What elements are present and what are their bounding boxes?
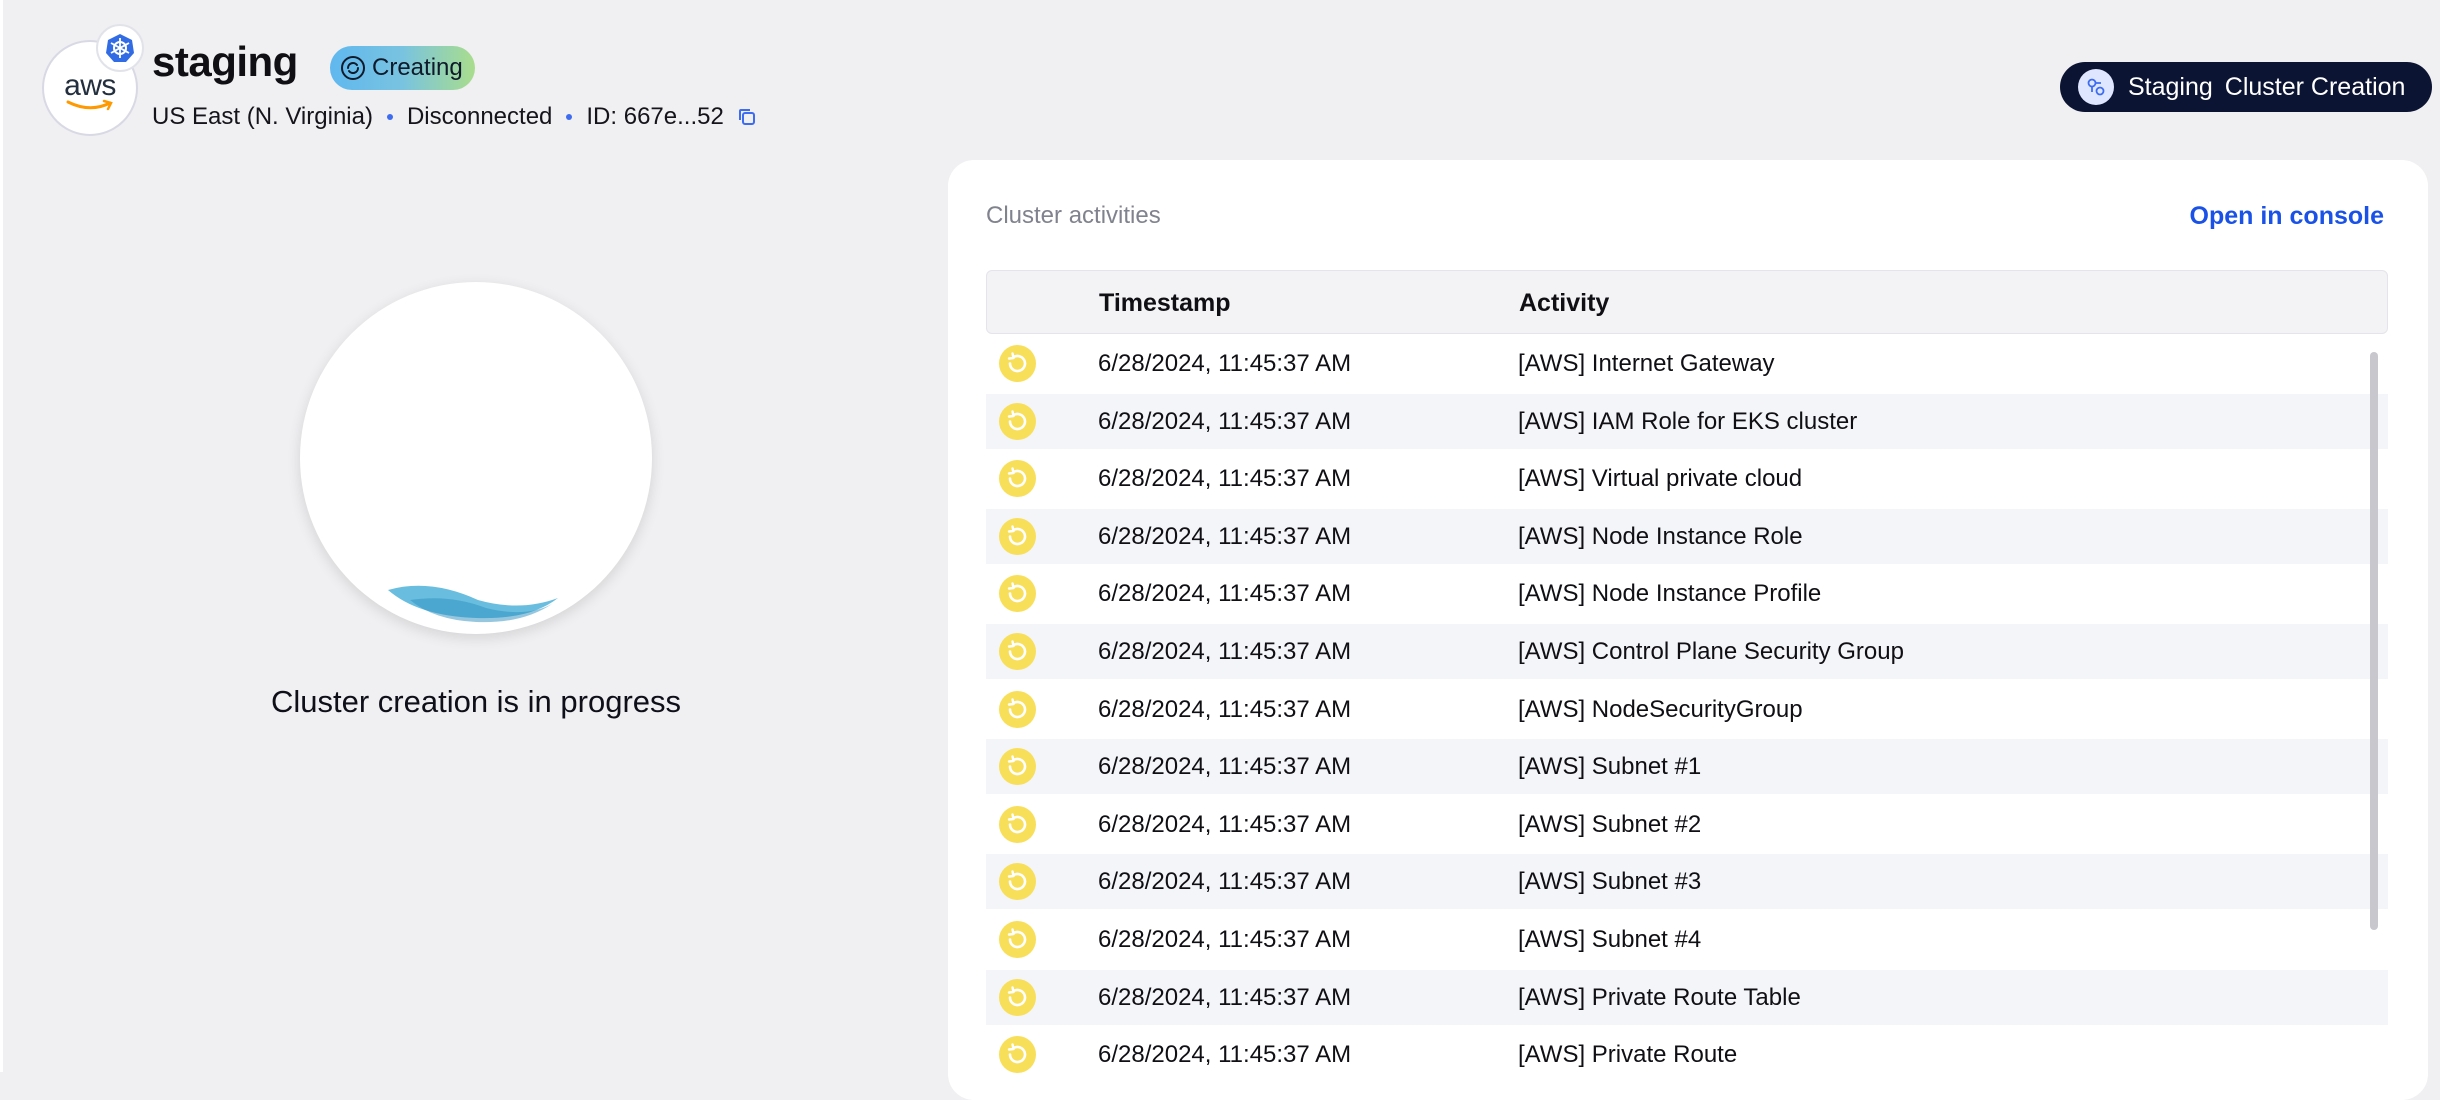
table-row[interactable]: 6/28/2024, 11:45:37 AM [AWS] IAM Role for… (986, 393, 2388, 449)
activities-table-body: 6/28/2024, 11:45:37 AM [AWS] Internet Gat… (986, 336, 2388, 1100)
status-badge: Creating (330, 46, 475, 90)
progress-wave (388, 585, 558, 623)
connection-status: Disconnected (406, 103, 553, 130)
table-row[interactable]: 6/28/2024, 11:45:37 AM [AWS] Subnet #4 (986, 912, 2388, 967)
row-activity: [AWS] Internet Gateway (1518, 350, 1775, 377)
table-row[interactable]: 6/28/2024, 11:45:37 AM [AWS] Subnet #1 (986, 739, 2388, 795)
row-timestamp: 6/28/2024, 11:45:37 AM (1098, 465, 1352, 493)
in-progress-icon (999, 402, 1036, 440)
progress-label: Cluster creation is in progress (270, 684, 682, 719)
row-activity: [AWS] Control Plane Security Group (1518, 638, 1904, 665)
row-activity: [AWS] Subnet #1 (1518, 753, 1702, 781)
row-activity: [AWS] Virtual private cloud (1518, 465, 1803, 493)
table-row[interactable]: 6/28/2024, 11:45:37 AM [AWS] Private Rout… (986, 969, 2388, 1025)
row-timestamp: 6/28/2024, 11:45:37 AM (1098, 983, 1352, 1011)
row-activity: [AWS] Subnet #3 (1518, 868, 1702, 896)
cluster-meta: US East (N. Virginia) Disconnected ID: 6… (152, 103, 758, 131)
in-progress-icon (999, 863, 1036, 901)
kubernetes-badge (96, 24, 144, 72)
status-label: Creating (372, 54, 463, 81)
in-progress-icon (999, 460, 1036, 498)
row-activity: [AWS] Private Route (1518, 1041, 1738, 1069)
table-row[interactable]: 6/28/2024, 11:45:37 AM [AWS] Node Instanc… (986, 566, 2388, 621)
environment-action: Cluster Creation (2224, 72, 2406, 101)
in-progress-icon (999, 805, 1036, 843)
separator-dot (386, 114, 393, 120)
row-timestamp: 6/28/2024, 11:45:37 AM (1098, 810, 1352, 838)
row-timestamp: 6/28/2024, 11:45:37 AM (1098, 407, 1352, 435)
row-activity: [AWS] NodeSecurityGroup (1518, 695, 1803, 723)
row-timestamp: 6/28/2024, 11:45:37 AM (1098, 580, 1352, 608)
column-header-activity[interactable]: Activity (1519, 289, 1609, 318)
table-row[interactable]: 6/28/2024, 11:45:37 AM [AWS] NodeSecurity… (986, 682, 2388, 737)
in-progress-icon (999, 978, 1036, 1016)
row-activity: [AWS] IAM Role for EKS cluster (1518, 407, 1858, 435)
separator-dot (566, 114, 573, 120)
in-progress-icon (999, 921, 1036, 958)
row-timestamp: 6/28/2024, 11:45:37 AM (1098, 695, 1352, 723)
table-scrollbar[interactable] (2370, 352, 2378, 930)
environment-name: Staging (2128, 72, 2213, 101)
row-timestamp: 6/28/2024, 11:45:37 AM (1098, 522, 1352, 550)
in-progress-icon (999, 575, 1036, 613)
in-progress-icon (999, 1036, 1036, 1074)
page-edge (0, 0, 3, 1072)
row-timestamp: 6/28/2024, 11:45:37 AM (1098, 868, 1352, 896)
row-activity: [AWS] Node Instance Profile (1518, 580, 1822, 608)
row-timestamp: 6/28/2024, 11:45:37 AM (1098, 638, 1352, 665)
in-progress-icon (999, 633, 1036, 670)
open-in-console-link[interactable]: Open in console (2190, 202, 2384, 231)
creating-status-icon (341, 56, 365, 80)
copy-icon[interactable] (736, 106, 758, 128)
row-timestamp: 6/28/2024, 11:45:37 AM (1098, 753, 1352, 781)
table-row[interactable]: 6/28/2024, 11:45:37 AM [AWS] Node Instanc… (986, 508, 2388, 564)
kubernetes-icon (106, 34, 134, 62)
panel-title: Cluster activities (986, 202, 1161, 229)
row-activity: [AWS] Private Route Table (1518, 983, 1801, 1011)
table-row[interactable]: 6/28/2024, 11:45:37 AM [AWS] Internet Gat… (986, 336, 2388, 391)
column-header-timestamp[interactable]: Timestamp (1099, 289, 1231, 318)
table-row[interactable]: 6/28/2024, 11:45:37 AM [AWS] Subnet #3 (986, 854, 2388, 910)
cluster-id: ID: 667e...52 (586, 103, 724, 130)
table-row[interactable]: 6/28/2024, 11:45:37 AM [AWS] Control Plan… (986, 624, 2388, 679)
aws-logo-text: aws (64, 69, 116, 102)
table-row[interactable]: 6/28/2024, 11:45:37 AM [AWS] Private Rout… (986, 1027, 2388, 1082)
environment-pill[interactable]: Staging Cluster Creation (2060, 62, 2432, 112)
cluster-name: staging (152, 38, 298, 85)
progress-gauge (300, 282, 652, 634)
in-progress-icon (999, 690, 1036, 728)
environment-label: Staging Cluster Creation (2128, 73, 2405, 102)
table-row[interactable]: 6/28/2024, 11:45:37 AM [AWS] Virtual priv… (986, 451, 2388, 506)
row-timestamp: 6/28/2024, 11:45:37 AM (1098, 926, 1352, 953)
row-timestamp: 6/28/2024, 11:45:37 AM (1098, 1041, 1352, 1069)
table-row[interactable]: 6/28/2024, 11:45:37 AM [AWS] Subnet #2 (986, 797, 2388, 852)
region-label: US East (N. Virginia) (152, 103, 373, 130)
row-timestamp: 6/28/2024, 11:45:37 AM (1098, 350, 1352, 377)
cluster-activities-panel: Cluster activities Open in console Times… (948, 160, 2428, 1100)
in-progress-icon (999, 748, 1036, 786)
row-activity: [AWS] Node Instance Role (1518, 522, 1803, 550)
in-progress-icon (999, 345, 1036, 382)
row-activity: [AWS] Subnet #4 (1518, 926, 1702, 953)
in-progress-icon (999, 517, 1036, 555)
row-activity: [AWS] Subnet #2 (1518, 810, 1702, 838)
aws-smile-icon (66, 99, 113, 111)
environment-icon (2078, 69, 2114, 105)
table-header: Timestamp Activity (986, 270, 2388, 334)
